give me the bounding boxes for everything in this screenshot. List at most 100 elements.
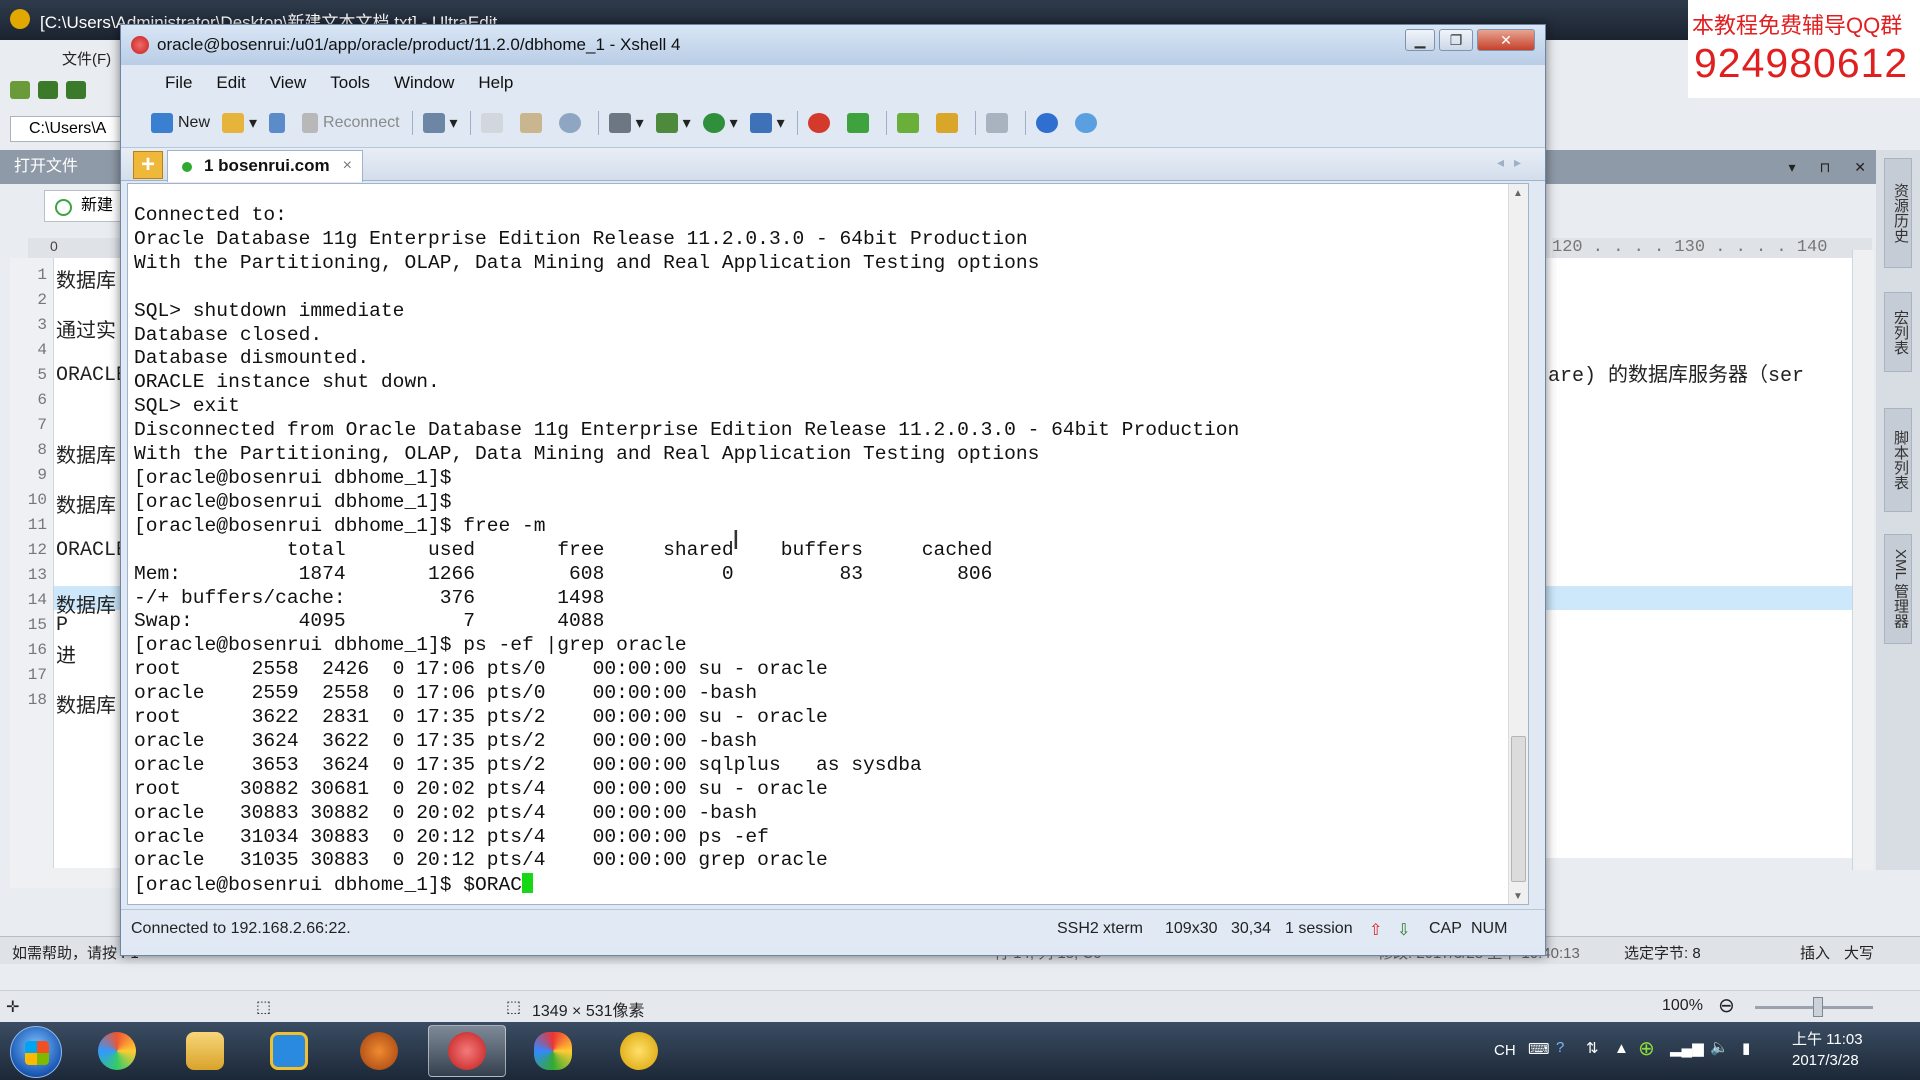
copy-icon bbox=[480, 113, 503, 133]
new-session-icon bbox=[151, 113, 173, 133]
side-tab-3[interactable]: XML 管理器 bbox=[1884, 534, 1912, 644]
security-icon[interactable]: ⊕ bbox=[1638, 1036, 1655, 1061]
lock-icon bbox=[935, 113, 958, 133]
maximize-button[interactable]: ❐ bbox=[1439, 29, 1473, 51]
ultraedit-icon bbox=[620, 1032, 658, 1070]
transfer-button[interactable]: ▾ bbox=[655, 113, 691, 133]
input-language[interactable]: CH bbox=[1494, 1042, 1516, 1059]
editor-horizontal-scrollbar[interactable] bbox=[10, 868, 135, 888]
back-icon[interactable] bbox=[38, 81, 58, 99]
upload-icon: ⇧ bbox=[1369, 922, 1383, 939]
xftp-button[interactable] bbox=[807, 113, 835, 133]
menu-edit[interactable]: Edit bbox=[204, 73, 257, 93]
minimize-button[interactable]: ▁ bbox=[1405, 29, 1435, 51]
help-button[interactable] bbox=[1035, 113, 1063, 133]
panel-controls[interactable]: ▾ ⊓ ✕ bbox=[1789, 150, 1876, 184]
menu-window[interactable]: Window bbox=[382, 73, 466, 93]
windows-logo-icon bbox=[25, 1041, 49, 1065]
taskbar-ultraedit[interactable] bbox=[600, 1025, 678, 1077]
tab-navigation-arrows[interactable]: ◂▸ bbox=[1497, 154, 1531, 171]
xmanager-button[interactable] bbox=[846, 113, 874, 133]
menu-help[interactable]: Help bbox=[466, 73, 525, 93]
show-hidden-icons-icon[interactable]: ▲ bbox=[1614, 1040, 1629, 1057]
fullscreen-icon bbox=[896, 113, 919, 133]
line-number: 6 bbox=[37, 391, 47, 409]
ultraedit-menu-file[interactable]: 文件(F) bbox=[10, 48, 111, 69]
status-protocol: SSH2 bbox=[1057, 920, 1099, 937]
signal-icon[interactable]: ▂▄▆ bbox=[1670, 1039, 1704, 1057]
menu-file[interactable]: File bbox=[153, 73, 204, 93]
side-tab-0[interactable]: 资源历史 bbox=[1884, 158, 1912, 268]
line-number: 16 bbox=[27, 641, 47, 659]
new-button[interactable]: New bbox=[151, 113, 210, 133]
font-button[interactable]: ▾ bbox=[749, 113, 785, 133]
reconnect-button[interactable]: Reconnect bbox=[302, 113, 400, 133]
start-button[interactable] bbox=[10, 1026, 62, 1078]
editor-right-pane[interactable]: are) 的数据库服务器（ser bbox=[1544, 258, 1852, 858]
scroll-down-icon[interactable]: ▼ bbox=[1513, 891, 1523, 902]
taskbar-paint[interactable] bbox=[514, 1025, 592, 1077]
menu-tools[interactable]: Tools bbox=[318, 73, 382, 93]
session-tab[interactable]: 1 bosenrui.com × bbox=[167, 150, 363, 182]
xshell-titlebar[interactable]: oracle@bosenrui:/u01/app/oracle/product/… bbox=[121, 25, 1545, 65]
clock-date[interactable]: 2017/3/28 bbox=[1792, 1052, 1859, 1069]
volume-icon[interactable]: 🔈 bbox=[1710, 1038, 1729, 1056]
paste-button[interactable] bbox=[519, 113, 547, 133]
side-panel-tabs: 资源历史 宏列表 脚本列表 XML 管理器 bbox=[1876, 150, 1920, 870]
reconnect-icon bbox=[302, 113, 319, 133]
forward-icon[interactable] bbox=[66, 81, 86, 99]
close-tab-icon[interactable]: × bbox=[343, 151, 352, 181]
line-number-gutter: 1 2 3 4 5 6 7 8 9 10 11 12 13 14 15 16 17 18 bbox=[10, 258, 54, 868]
reconnect-button-label: Reconnect bbox=[323, 114, 400, 131]
side-tab-1[interactable]: 宏列表 bbox=[1884, 292, 1912, 372]
folder-icon bbox=[222, 113, 245, 133]
line-number: 18 bbox=[27, 691, 47, 709]
lock-button[interactable] bbox=[935, 113, 963, 133]
open-button[interactable]: ▾ bbox=[222, 113, 257, 133]
zoom-slider-knob[interactable] bbox=[1813, 997, 1823, 1017]
status-insert[interactable]: 插入 bbox=[1800, 942, 1830, 963]
taskbar-app-3[interactable] bbox=[250, 1025, 328, 1077]
power-icon[interactable]: ▮ bbox=[1742, 1039, 1750, 1057]
keyboard-button[interactable] bbox=[985, 113, 1013, 133]
clock-time[interactable]: 上午 11:03 bbox=[1792, 1028, 1863, 1049]
side-tab-2[interactable]: 脚本列表 bbox=[1884, 408, 1912, 512]
xshell-icon bbox=[448, 1032, 486, 1070]
keyboard-icon[interactable]: ⌨ bbox=[1528, 1040, 1550, 1058]
taskbar-xshell[interactable] bbox=[428, 1025, 506, 1077]
scroll-up-icon[interactable]: ▲ bbox=[1513, 188, 1523, 199]
ultraedit-path-field[interactable]: C:\Users\A bbox=[10, 116, 125, 142]
globe-button[interactable]: ▾ bbox=[702, 113, 738, 133]
menu-view[interactable]: View bbox=[258, 73, 319, 93]
scrollbar-thumb[interactable] bbox=[1511, 736, 1526, 882]
print-button[interactable]: ▾ bbox=[608, 113, 644, 133]
editor-left-pane[interactable]: 1 2 3 4 5 6 7 8 9 10 11 12 13 14 15 16 17 18 数据库 通过实 ORACLE… bbox=[10, 258, 135, 868]
editor-vertical-scrollbar[interactable] bbox=[1852, 250, 1874, 870]
taskbar-app-1[interactable] bbox=[78, 1025, 156, 1077]
status-caps: 大写 bbox=[1844, 945, 1875, 962]
terminal-scrollbar[interactable]: ▲ ▼ bbox=[1508, 184, 1528, 904]
taskbar-explorer[interactable] bbox=[166, 1025, 244, 1077]
help-icon[interactable]: ? bbox=[1556, 1039, 1564, 1056]
find-button[interactable] bbox=[558, 113, 586, 133]
font-icon bbox=[749, 113, 772, 133]
fullscreen-button[interactable] bbox=[896, 113, 924, 133]
network-icon[interactable]: ⇅ bbox=[1586, 1039, 1599, 1057]
terminal[interactable]: Connected to: Oracle Database 11g Enterp… bbox=[127, 183, 1529, 905]
add-tab-button[interactable]: + bbox=[133, 151, 163, 179]
status-term: xterm bbox=[1103, 920, 1143, 937]
print-icon bbox=[608, 113, 631, 133]
copy-button[interactable] bbox=[480, 113, 508, 133]
toolbar-separator bbox=[885, 111, 887, 135]
properties-button[interactable]: ▾ bbox=[422, 113, 458, 133]
image-size: 1349 × 531像素 bbox=[532, 1003, 645, 1020]
chat-button[interactable] bbox=[1074, 113, 1102, 133]
zoom-out-icon[interactable]: ⊖ bbox=[1718, 993, 1735, 1018]
globe-icon bbox=[702, 113, 725, 133]
taskbar-app-4[interactable] bbox=[340, 1025, 418, 1077]
connect-button[interactable] bbox=[269, 113, 290, 133]
zoom-slider[interactable] bbox=[1755, 997, 1873, 1017]
open-icon[interactable] bbox=[10, 81, 30, 99]
close-button[interactable]: ✕ bbox=[1477, 29, 1535, 51]
recorder-app-icon bbox=[360, 1032, 398, 1070]
